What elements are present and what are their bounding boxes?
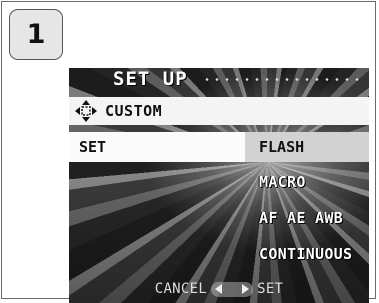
set-hint-label: SET <box>257 281 284 297</box>
screen-title: SET UP <box>113 68 188 90</box>
set-row[interactable]: SET FLASH <box>69 132 369 162</box>
menu-item-continuous[interactable]: CONTINUOUS <box>259 245 352 263</box>
footer-hint: CANCEL SET <box>69 277 369 301</box>
menu-item-flash[interactable]: FLASH <box>259 132 304 162</box>
step-number-badge: 1 <box>9 9 63 60</box>
left-arrow-icon <box>215 284 223 294</box>
right-arrow-icon <box>242 284 250 294</box>
figure-frame: 1 SET UP CUSTOM SET FLASH MACRO AF AE AW… <box>1 1 376 303</box>
left-right-arrows-icon <box>211 281 254 297</box>
custom-label: CUSTOM <box>105 102 163 120</box>
title-dotted-line <box>202 78 362 81</box>
set-label: SET <box>79 138 107 156</box>
menu-item-macro[interactable]: MACRO <box>259 173 306 191</box>
cancel-label: CANCEL <box>154 281 208 297</box>
four-way-arrows-icon <box>71 97 101 125</box>
menu-item-af-ae-awb[interactable]: AF AE AWB <box>259 209 343 227</box>
lcd-screen: SET UP CUSTOM SET FLASH MACRO AF AE AWB … <box>69 68 369 303</box>
custom-row[interactable]: CUSTOM <box>69 97 369 125</box>
